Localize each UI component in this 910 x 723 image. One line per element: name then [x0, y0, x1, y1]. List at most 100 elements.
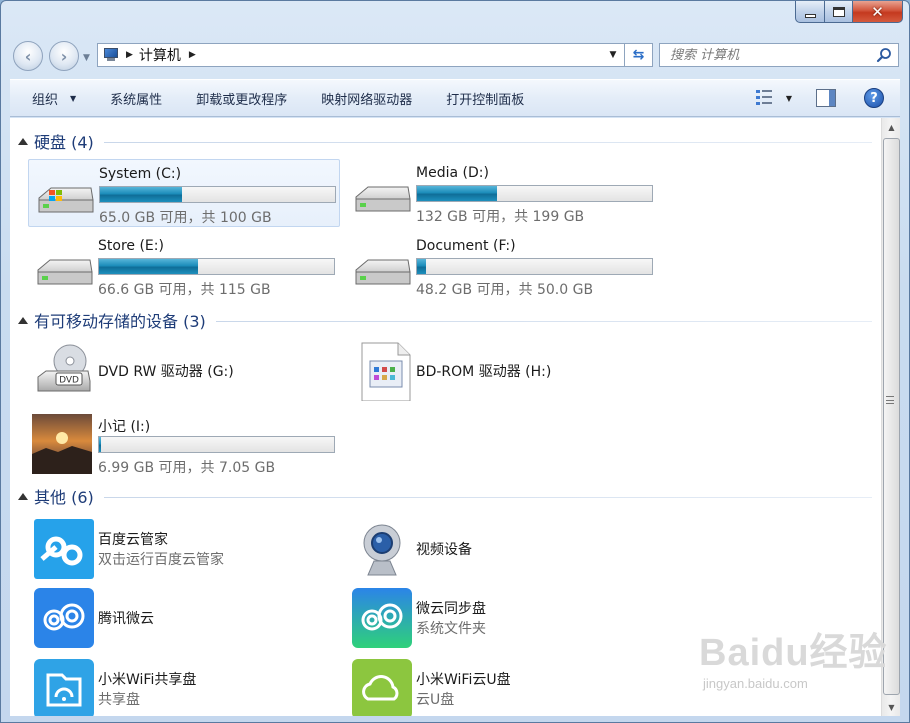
group-header-other[interactable]: 其他 (6)	[10, 484, 872, 508]
back-button[interactable]: ‹	[13, 41, 43, 71]
other-item-video-device[interactable]: 视频设备	[346, 515, 658, 583]
scroll-up-arrow-icon[interactable]: ▲	[883, 118, 900, 136]
scrollbar-grip-icon	[886, 396, 894, 404]
drive-usage-bar	[416, 258, 653, 275]
watermark-url: jingyan.baidu.com	[703, 676, 808, 691]
preview-pane-icon[interactable]	[816, 89, 836, 107]
organize-menu[interactable]: 组织 ▼	[10, 84, 93, 112]
system-properties-button[interactable]: 系统属性	[93, 84, 179, 112]
search-icon[interactable]	[876, 47, 892, 63]
watermark-brand: Baidu经验	[699, 632, 888, 674]
drive-item-h[interactable]: BD-ROM 驱动器 (H:)	[346, 337, 658, 405]
open-control-panel-button[interactable]: 打开控制面板	[429, 84, 541, 112]
drive-item-g[interactable]: DVD DVD RW 驱动器 (G:)	[28, 337, 340, 405]
forward-button[interactable]: ›	[49, 41, 79, 71]
drive-usage-fill	[99, 259, 198, 274]
minimize-icon	[804, 13, 816, 18]
drive-usage-bar	[416, 185, 653, 202]
webcam-icon	[363, 524, 401, 576]
dvd-drive-icon: DVD	[37, 344, 91, 392]
item-description: 双击运行百度云管家	[98, 552, 224, 568]
close-button[interactable]: ✕	[853, 1, 903, 23]
drive-item-c[interactable]: System (C:) 65.0 GB 可用，共 100 GB	[28, 159, 340, 227]
item-name: 视频设备	[416, 542, 472, 558]
search-box[interactable]	[659, 43, 899, 67]
group-header-hard-disks[interactable]: 硬盘 (4)	[10, 129, 872, 153]
view-options-dropdown[interactable]: ▼	[786, 94, 792, 103]
refresh-button[interactable]: ⇆	[625, 43, 653, 67]
breadcrumb-separator-icon[interactable]: ▶	[126, 50, 133, 60]
weiyun-sync-icon	[352, 588, 412, 648]
item-name: 小米WiFi共享盘	[98, 672, 197, 688]
drive-item-f[interactable]: Document (F:) 48.2 GB 可用，共 50.0 GB	[346, 232, 658, 300]
breadcrumb-separator-icon[interactable]: ▶	[189, 50, 196, 60]
breadcrumb-computer[interactable]: 计算机	[139, 45, 181, 65]
window-controls: ✕	[795, 1, 903, 23]
drive-item-d[interactable]: Media (D:) 132 GB 可用，共 199 GB	[346, 159, 658, 227]
maximize-icon	[832, 6, 845, 17]
other-item-weiyun-sync[interactable]: 微云同步盘 系统文件夹	[346, 584, 658, 652]
scroll-down-arrow-icon[interactable]: ▼	[883, 698, 900, 716]
file-icon	[361, 342, 411, 401]
change-view-icon[interactable]	[755, 89, 778, 107]
other-item-baidu-cloud[interactable]: 百度云管家 双击运行百度云管家	[28, 515, 340, 583]
sunset-photo-icon	[32, 414, 92, 474]
other-item-tencent-weiyun[interactable]: 腾讯微云	[28, 584, 340, 652]
drive-name: DVD RW 驱动器 (G:)	[98, 364, 234, 380]
group-header-removable[interactable]: 有可移动存储的设备 (3)	[10, 308, 872, 332]
view-controls: ▼ ?	[755, 80, 900, 116]
minimize-button[interactable]	[795, 1, 825, 23]
drive-usage-fill	[99, 437, 102, 452]
drive-item-i[interactable]: 小记 (I:) 6.99 GB 可用，共 7.05 GB	[28, 410, 340, 478]
drive-usage-fill	[417, 186, 497, 201]
collapse-arrow-icon[interactable]	[18, 137, 28, 145]
other-item-xiaomi-share[interactable]: 小米WiFi共享盘 共享盘	[28, 655, 340, 716]
computer-icon	[102, 47, 122, 63]
scrollbar-thumb[interactable]	[883, 138, 900, 695]
hard-drive-icon	[355, 186, 411, 212]
explorer-window: ✕ ‹ › ▼ ▶ 计算机 ▶ ▼ ⇆ 组织 ▼ 系统属性 卸载或更改程序 映射网…	[0, 0, 910, 723]
maximize-button[interactable]	[825, 1, 853, 23]
item-description: 云U盘	[416, 692, 455, 708]
system-properties-label: 系统属性	[110, 92, 163, 108]
address-bar[interactable]: ▶ 计算机 ▶ ▼	[97, 43, 625, 67]
group-title: 有可移动存储的设备 (3)	[34, 312, 206, 331]
group-title: 其他 (6)	[34, 488, 94, 507]
item-name: 百度云管家	[98, 532, 168, 548]
address-history-dropdown[interactable]: ▼	[604, 44, 622, 66]
map-network-drive-button[interactable]: 映射网络驱动器	[304, 84, 429, 112]
drive-usage-bar	[98, 258, 335, 275]
help-icon[interactable]: ?	[864, 88, 884, 108]
group-divider	[103, 141, 872, 143]
hard-drive-icon	[355, 259, 411, 285]
search-input[interactable]	[670, 47, 870, 63]
xiaomi-share-disk-icon	[34, 659, 94, 716]
baidu-cloud-icon	[34, 519, 94, 579]
back-arrow-icon: ‹	[24, 46, 32, 66]
drive-usage-fill	[100, 187, 183, 202]
drive-item-e[interactable]: Store (E:) 66.6 GB 可用，共 115 GB	[28, 232, 340, 300]
drive-name: Store (E:)	[98, 238, 164, 254]
hard-drive-icon	[37, 259, 93, 285]
drive-name: Document (F:)	[416, 238, 516, 254]
close-icon: ✕	[871, 2, 884, 21]
uninstall-program-button[interactable]: 卸载或更改程序	[179, 84, 304, 112]
recent-pages-dropdown[interactable]: ▼	[83, 53, 90, 63]
drive-usage-bar	[98, 436, 335, 453]
item-name: 腾讯微云	[98, 611, 154, 627]
organize-label: 组织	[32, 92, 59, 108]
forward-arrow-icon: ›	[60, 46, 68, 66]
other-item-xiaomi-cloud-u[interactable]: 小米WiFi云U盘 云U盘	[346, 655, 658, 716]
drive-free-space: 132 GB 可用，共 199 GB	[416, 209, 585, 225]
drive-name: Media (D:)	[416, 165, 489, 181]
drive-free-space: 6.99 GB 可用，共 7.05 GB	[98, 460, 276, 476]
group-divider	[103, 496, 872, 498]
command-bar: 组织 ▼ 系统属性 卸载或更改程序 映射网络驱动器 打开控制面板 ▼ ?	[10, 79, 900, 117]
xiaomi-cloud-disk-icon	[352, 659, 412, 716]
system-drive-icon	[38, 187, 94, 213]
collapse-arrow-icon[interactable]	[18, 316, 28, 324]
item-name: 微云同步盘	[416, 601, 486, 617]
collapse-arrow-icon[interactable]	[18, 492, 28, 500]
drive-free-space: 65.0 GB 可用，共 100 GB	[99, 210, 272, 226]
drive-name: BD-ROM 驱动器 (H:)	[416, 364, 552, 380]
